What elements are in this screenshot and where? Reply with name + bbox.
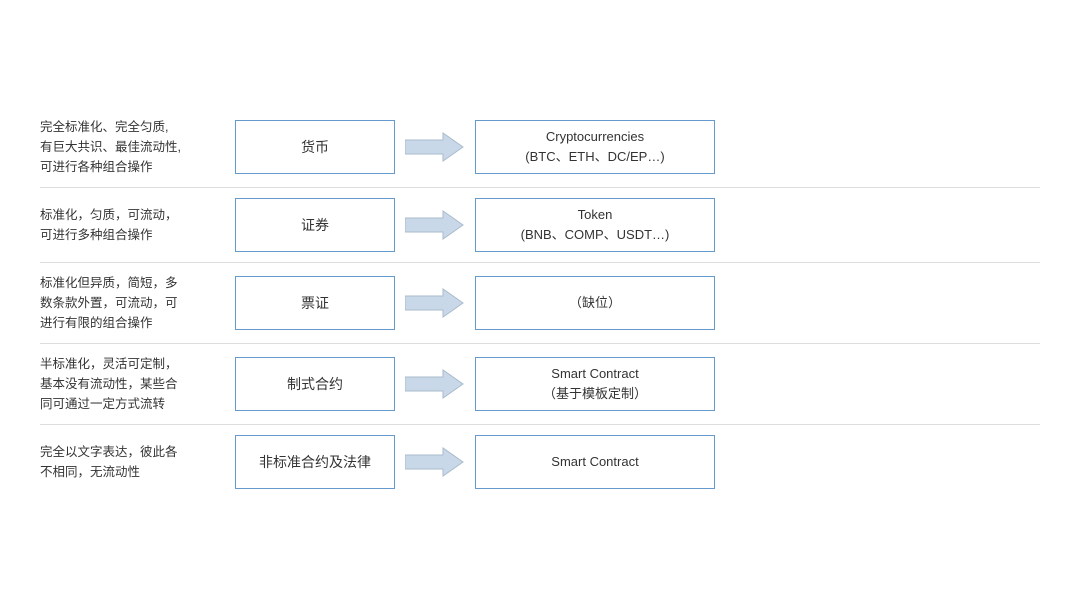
right-text-2: Token(BNB、COMP、USDT…) bbox=[521, 205, 670, 244]
arrow-5 bbox=[395, 446, 475, 478]
right-box-4: Smart Contract（基于模板定制） bbox=[475, 357, 715, 411]
arrow-1 bbox=[395, 131, 475, 163]
right-box-3: （缺位） bbox=[475, 276, 715, 330]
right-text-3: （缺位） bbox=[569, 293, 621, 313]
arrow-2 bbox=[395, 209, 475, 241]
right-box-2: Token(BNB、COMP、USDT…) bbox=[475, 198, 715, 252]
center-box-5: 非标准合约及法律 bbox=[235, 435, 395, 489]
diagram-row-2: 标准化，匀质，可流动， 可进行多种组合操作证券 Token(BNB、COMP、U… bbox=[40, 188, 1040, 262]
main-diagram: 完全标准化、完全匀质, 有巨大共识、最佳流动性, 可进行各种组合操作货币 Cry… bbox=[40, 107, 1040, 499]
desc-4: 半标准化，灵活可定制， 基本没有流动性，某些合 同可通过一定方式流转 bbox=[40, 354, 235, 414]
center-box-2: 证券 bbox=[235, 198, 395, 252]
desc-5: 完全以文字表达，彼此各 不相同，无流动性 bbox=[40, 442, 235, 482]
desc-1: 完全标准化、完全匀质, 有巨大共识、最佳流动性, 可进行各种组合操作 bbox=[40, 117, 235, 177]
right-box-1: Cryptocurrencies(BTC、ETH、DC/EP…) bbox=[475, 120, 715, 174]
diagram-row-3: 标准化但异质，简短，多 数条款外置，可流动，可 进行有限的组合操作票证 （缺位） bbox=[40, 263, 1040, 343]
arrow-4 bbox=[395, 368, 475, 400]
right-text-5: Smart Contract bbox=[551, 452, 638, 472]
right-text-1: Cryptocurrencies(BTC、ETH、DC/EP…) bbox=[525, 127, 664, 166]
arrow-3 bbox=[395, 287, 475, 319]
right-box-5: Smart Contract bbox=[475, 435, 715, 489]
desc-2: 标准化，匀质，可流动， 可进行多种组合操作 bbox=[40, 205, 235, 245]
diagram-row-4: 半标准化，灵活可定制， 基本没有流动性，某些合 同可通过一定方式流转制式合约 S… bbox=[40, 344, 1040, 424]
center-box-3: 票证 bbox=[235, 276, 395, 330]
right-text-4: Smart Contract（基于模板定制） bbox=[543, 364, 647, 403]
diagram-row-5: 完全以文字表达，彼此各 不相同，无流动性非标准合约及法律 Smart Contr… bbox=[40, 425, 1040, 499]
diagram-row-1: 完全标准化、完全匀质, 有巨大共识、最佳流动性, 可进行各种组合操作货币 Cry… bbox=[40, 107, 1040, 187]
center-box-4: 制式合约 bbox=[235, 357, 395, 411]
desc-3: 标准化但异质，简短，多 数条款外置，可流动，可 进行有限的组合操作 bbox=[40, 273, 235, 333]
center-box-1: 货币 bbox=[235, 120, 395, 174]
